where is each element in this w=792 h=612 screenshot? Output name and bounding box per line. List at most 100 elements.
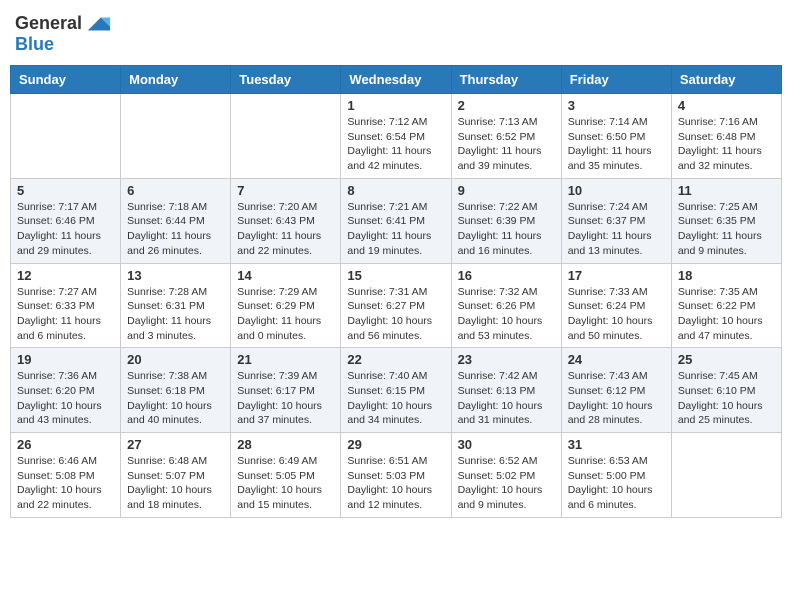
day-number: 15 [347,268,444,283]
day-info: Sunrise: 7:45 AMSunset: 6:10 PMDaylight:… [678,369,775,428]
day-info: Sunrise: 7:21 AMSunset: 6:41 PMDaylight:… [347,200,444,259]
week-row-5: 26 Sunrise: 6:46 AMSunset: 5:08 PMDayligh… [11,433,782,518]
weekday-header-wednesday: Wednesday [341,66,451,94]
day-number: 24 [568,352,665,367]
calendar-cell: 27Sunrise: 6:48 AMSunset: 5:07 PMDayligh… [121,433,231,518]
calendar-cell: 31 Sunrise: 6:53 AMSunset: 5:00 PMDayligh… [561,433,671,518]
day-info: Sunrise: 7:28 AMSunset: 6:31 PMDaylight:… [127,285,224,344]
day-info: Sunrise: 7:32 AMSunset: 6:26 PMDaylight:… [458,285,555,344]
page-header: General Blue [10,10,782,55]
day-number: 6 [127,183,224,198]
day-info: Sunrise: 7:13 AMSunset: 6:52 PMDaylight:… [458,115,555,174]
day-number: 14 [237,268,334,283]
day-info: Sunrise: 7:40 AMSunset: 6:15 PMDaylight:… [347,369,444,428]
day-number: 28 [237,437,334,452]
logo-text: General [15,14,82,34]
day-info: Sunrise: 7:16 AMSunset: 6:48 PMDaylight:… [678,115,775,174]
calendar-cell: 10 Sunrise: 7:24 AMSunset: 6:37 PMDayligh… [561,178,671,263]
day-info: Sunrise: 7:18 AMSunset: 6:44 PMDaylight:… [127,200,224,259]
day-number: 1 [347,98,444,113]
calendar-cell: 7 Sunrise: 7:20 AMSunset: 6:43 PMDaylight… [231,178,341,263]
day-number: 10 [568,183,665,198]
day-number: 12 [17,268,114,283]
calendar-cell: 9Sunrise: 7:22 AMSunset: 6:39 PMDaylight… [451,178,561,263]
day-number: 17 [568,268,665,283]
day-number: 7 [237,183,334,198]
calendar-cell: 23 Sunrise: 7:42 AMSunset: 6:13 PMDayligh… [451,348,561,433]
weekday-header-thursday: Thursday [451,66,561,94]
day-number: 5 [17,183,114,198]
day-number: 2 [458,98,555,113]
calendar-cell: 26 Sunrise: 6:46 AMSunset: 5:08 PMDayligh… [11,433,121,518]
calendar-cell: 14Sunrise: 7:29 AMSunset: 6:29 PMDayligh… [231,263,341,348]
calendar-cell: 16 Sunrise: 7:32 AMSunset: 6:26 PMDayligh… [451,263,561,348]
calendar-cell: 4 Sunrise: 7:16 AMSunset: 6:48 PMDaylight… [671,94,781,179]
day-number: 20 [127,352,224,367]
day-info: Sunrise: 7:35 AMSunset: 6:22 PMDaylight:… [678,285,775,344]
logo: General Blue [15,10,112,55]
day-info: Sunrise: 7:27 AMSunset: 6:33 PMDaylight:… [17,285,114,344]
day-number: 21 [237,352,334,367]
day-info: Sunrise: 7:22 AMSunset: 6:39 PMDaylight:… [458,200,555,259]
day-info: Sunrise: 6:51 AMSunset: 5:03 PMDaylight:… [347,454,444,513]
week-row-1: 1 Sunrise: 7:12 AMSunset: 6:54 PMDaylight… [11,94,782,179]
day-info: Sunrise: 7:20 AMSunset: 6:43 PMDaylight:… [237,200,334,259]
calendar-cell: 21Sunrise: 7:39 AMSunset: 6:17 PMDayligh… [231,348,341,433]
day-info: Sunrise: 7:36 AMSunset: 6:20 PMDaylight:… [17,369,114,428]
day-info: Sunrise: 7:31 AMSunset: 6:27 PMDaylight:… [347,285,444,344]
calendar-cell: 18 Sunrise: 7:35 AMSunset: 6:22 PMDayligh… [671,263,781,348]
day-info: Sunrise: 7:12 AMSunset: 6:54 PMDaylight:… [347,115,444,174]
calendar-cell: 1 Sunrise: 7:12 AMSunset: 6:54 PMDaylight… [341,94,451,179]
day-number: 16 [458,268,555,283]
day-info: Sunrise: 6:49 AMSunset: 5:05 PMDaylight:… [237,454,334,513]
day-number: 29 [347,437,444,452]
day-number: 22 [347,352,444,367]
calendar-cell: 22 Sunrise: 7:40 AMSunset: 6:15 PMDayligh… [341,348,451,433]
calendar-cell: 20 Sunrise: 7:38 AMSunset: 6:18 PMDayligh… [121,348,231,433]
day-number: 4 [678,98,775,113]
day-info: Sunrise: 7:38 AMSunset: 6:18 PMDaylight:… [127,369,224,428]
day-info: Sunrise: 6:53 AMSunset: 5:00 PMDaylight:… [568,454,665,513]
calendar-cell: 17 Sunrise: 7:33 AMSunset: 6:24 PMDayligh… [561,263,671,348]
day-info: Sunrise: 6:52 AMSunset: 5:02 PMDaylight:… [458,454,555,513]
week-row-3: 12 Sunrise: 7:27 AMSunset: 6:33 PMDayligh… [11,263,782,348]
calendar-cell [671,433,781,518]
calendar-cell: 3Sunrise: 7:14 AMSunset: 6:50 PMDaylight… [561,94,671,179]
calendar-cell: 15 Sunrise: 7:31 AMSunset: 6:27 PMDayligh… [341,263,451,348]
calendar-cell: 2 Sunrise: 7:13 AMSunset: 6:52 PMDaylight… [451,94,561,179]
calendar-cell: 12 Sunrise: 7:27 AMSunset: 6:33 PMDayligh… [11,263,121,348]
calendar-cell: 28 Sunrise: 6:49 AMSunset: 5:05 PMDayligh… [231,433,341,518]
calendar-cell: 30 Sunrise: 6:52 AMSunset: 5:02 PMDayligh… [451,433,561,518]
day-number: 18 [678,268,775,283]
calendar-cell [231,94,341,179]
calendar-cell: 24 Sunrise: 7:43 AMSunset: 6:12 PMDayligh… [561,348,671,433]
day-number: 30 [458,437,555,452]
week-row-4: 19 Sunrise: 7:36 AMSunset: 6:20 PMDayligh… [11,348,782,433]
day-info: Sunrise: 6:46 AMSunset: 5:08 PMDaylight:… [17,454,114,513]
day-info: Sunrise: 7:43 AMSunset: 6:12 PMDaylight:… [568,369,665,428]
calendar-cell [11,94,121,179]
weekday-header-saturday: Saturday [671,66,781,94]
day-number: 13 [127,268,224,283]
day-info: Sunrise: 7:33 AMSunset: 6:24 PMDaylight:… [568,285,665,344]
day-number: 25 [678,352,775,367]
day-number: 11 [678,183,775,198]
weekday-header-monday: Monday [121,66,231,94]
day-number: 26 [17,437,114,452]
logo-icon [84,10,112,38]
weekday-header-tuesday: Tuesday [231,66,341,94]
calendar-cell: 29 Sunrise: 6:51 AMSunset: 5:03 PMDayligh… [341,433,451,518]
day-number: 31 [568,437,665,452]
day-number: 23 [458,352,555,367]
calendar-cell: 13 Sunrise: 7:28 AMSunset: 6:31 PMDayligh… [121,263,231,348]
day-number: 19 [17,352,114,367]
week-row-2: 5Sunrise: 7:17 AMSunset: 6:46 PMDaylight… [11,178,782,263]
day-info: Sunrise: 7:24 AMSunset: 6:37 PMDaylight:… [568,200,665,259]
day-info: Sunrise: 7:42 AMSunset: 6:13 PMDaylight:… [458,369,555,428]
day-number: 27 [127,437,224,452]
calendar-cell [121,94,231,179]
day-number: 3 [568,98,665,113]
calendar-cell: 25 Sunrise: 7:45 AMSunset: 6:10 PMDayligh… [671,348,781,433]
calendar-cell: 11 Sunrise: 7:25 AMSunset: 6:35 PMDayligh… [671,178,781,263]
day-info: Sunrise: 7:25 AMSunset: 6:35 PMDaylight:… [678,200,775,259]
